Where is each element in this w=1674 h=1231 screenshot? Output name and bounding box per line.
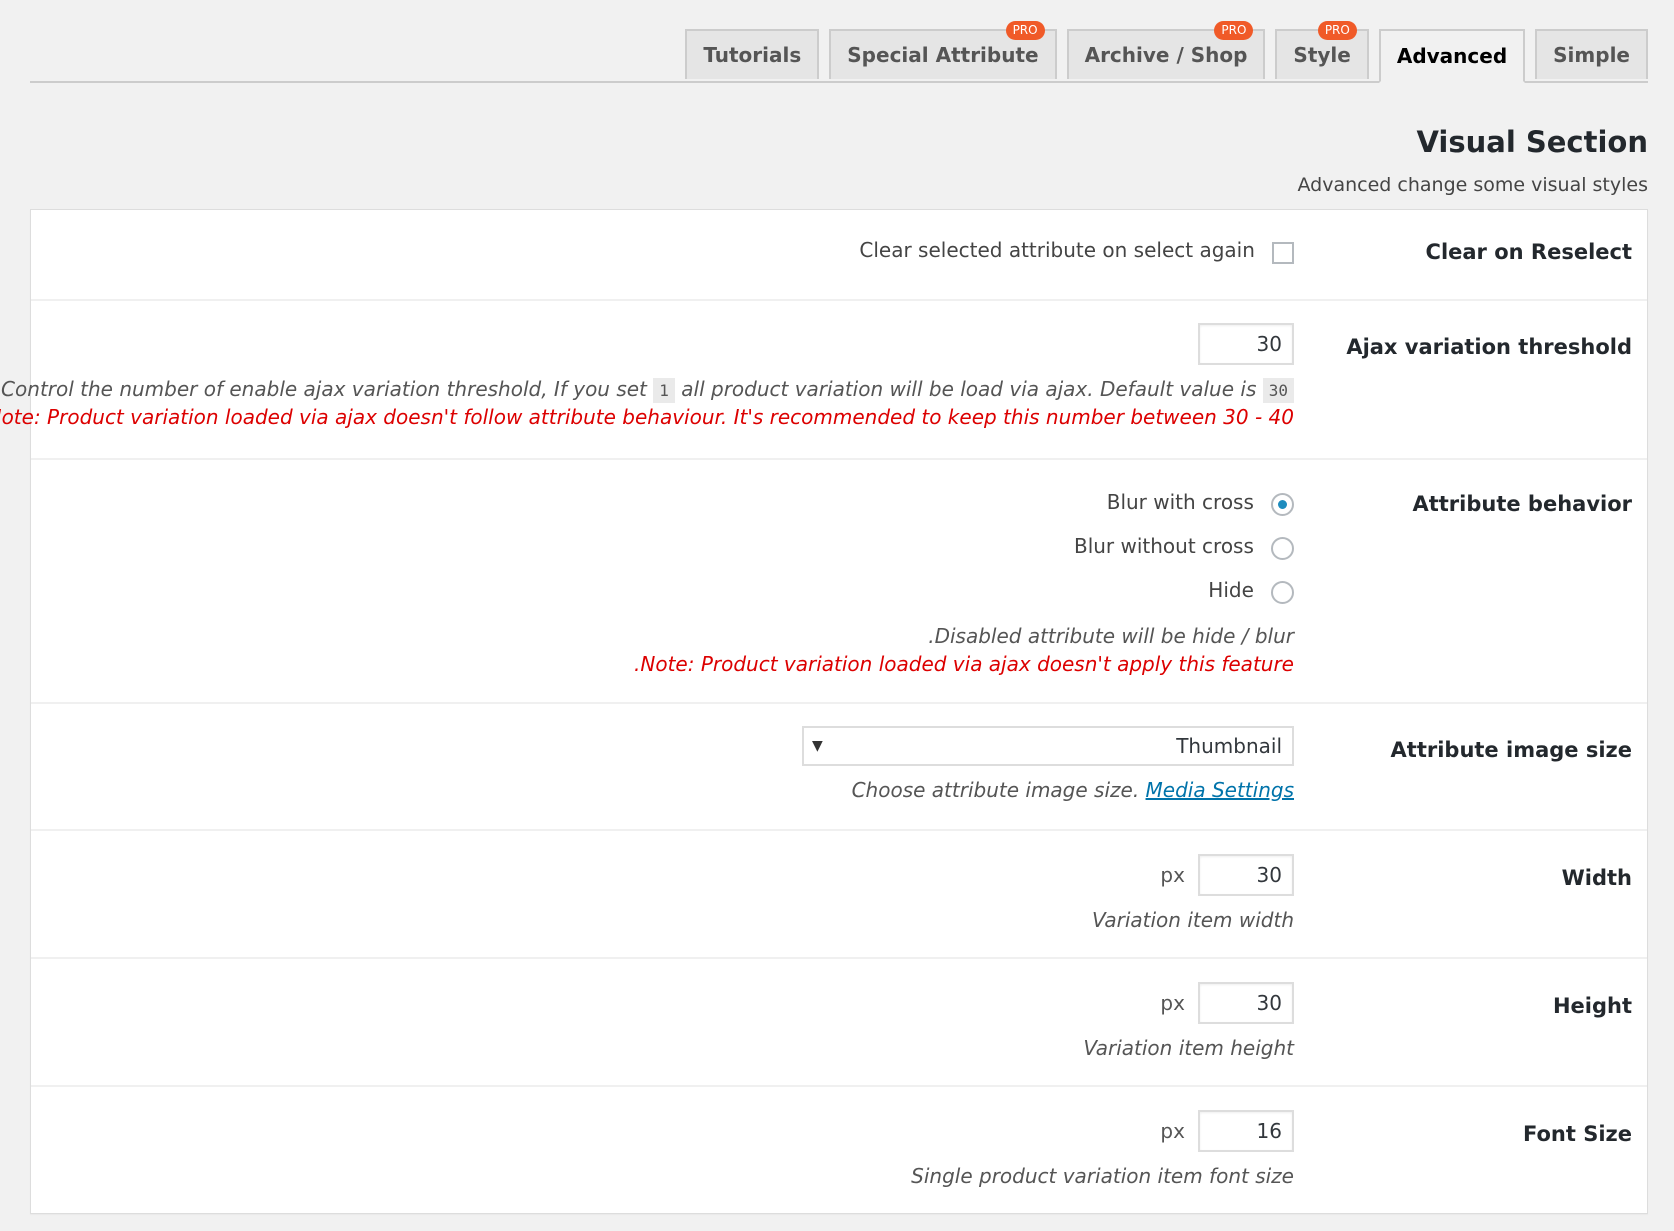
font-size-description: Single product variation item font size — [911, 1164, 1294, 1188]
ajax-threshold-control: ,Control the number of enable ajax varia… — [0, 323, 1294, 429]
tab-label: Advanced — [1396, 44, 1508, 68]
unit-label: px — [1160, 863, 1185, 887]
tab-label: Simple — [1553, 43, 1630, 67]
tab-special-attribute[interactable]: Special Attribute PRO — [829, 21, 1057, 79]
clear-on-reselect-checkbox[interactable] — [1272, 241, 1294, 264]
tab-label: Style — [1293, 43, 1351, 67]
radio-button[interactable] — [1271, 581, 1294, 604]
pro-badge: PRO — [1317, 21, 1357, 40]
radio-button[interactable] — [1271, 537, 1294, 560]
ajax-threshold-input[interactable] — [1198, 323, 1294, 365]
code-value: 1 — [653, 378, 675, 403]
desc-text: all product variation will be load via a… — [681, 377, 1257, 401]
settings-panel: Clear on Reselect Clear selected attribu… — [0, 209, 1648, 1214]
row-clear-on-reselect: Clear on Reselect Clear selected attribu… — [31, 210, 1647, 301]
radio-label: Blur without cross — [1073, 534, 1254, 558]
setting-label: Width — [1561, 866, 1632, 890]
attribute-image-size-control: ▼ Thumbnail Choose attribute image size.… — [802, 726, 1294, 802]
height-input[interactable] — [1198, 982, 1294, 1024]
height-description: Variation item height — [1083, 1036, 1294, 1060]
setting-label: Ajax variation threshold — [1346, 335, 1632, 359]
section-title: Visual Section — [1416, 125, 1648, 159]
row-font-size: Font Size px Single product variation it… — [31, 1087, 1647, 1213]
setting-label: Font Size — [1522, 1122, 1632, 1146]
tab-list: Tutorials Special Attribute PRO Archive … — [685, 21, 1648, 83]
tab-style[interactable]: Style PRO — [1275, 21, 1369, 79]
media-settings-link[interactable]: Media Settings — [1146, 778, 1294, 802]
tab-tutorials[interactable]: Tutorials — [685, 29, 820, 79]
setting-label: Attribute behavior — [1412, 492, 1632, 516]
dropdown-caret-icon: ▼ — [812, 738, 823, 754]
tab-archive-shop[interactable]: Archive / Shop PRO — [1066, 21, 1266, 79]
attribute-behavior-control: Blur with cross Blur without cross Hide … — [634, 490, 1294, 676]
unit-label: px — [1160, 991, 1185, 1015]
setting-label: Height — [1552, 994, 1632, 1018]
width-control: px Variation item width — [1092, 854, 1294, 932]
radio-label: Blur with cross — [1106, 490, 1254, 514]
tab-advanced[interactable]: Advanced — [1378, 29, 1526, 83]
height-control: px Variation item height — [1083, 982, 1294, 1060]
unit-label: px — [1160, 1119, 1185, 1143]
setting-label: Clear on Reselect — [1425, 240, 1632, 264]
tab-label: Tutorials — [703, 43, 802, 67]
radio-option-blur-with-cross[interactable]: Blur with cross — [634, 490, 1294, 534]
pro-badge: PRO — [1214, 21, 1254, 40]
font-size-control: px Single product variation item font si… — [911, 1110, 1294, 1188]
row-ajax-threshold: Ajax variation threshold ,Control the nu… — [0, 301, 1647, 460]
setting-label: Attribute image size — [1390, 738, 1632, 762]
row-attribute-image-size: Attribute image size ▼ Thumbnail Choose … — [31, 704, 1647, 831]
width-input[interactable] — [1198, 854, 1294, 896]
image-size-select[interactable]: ▼ Thumbnail — [802, 726, 1294, 766]
image-size-description: Choose attribute image size. Media Setti… — [802, 778, 1294, 802]
section-description: Advanced change some visual styles — [1297, 174, 1649, 196]
font-size-input[interactable] — [1198, 1110, 1294, 1152]
attribute-behavior-description: .Disabled attribute will be hide / blur — [928, 624, 1294, 648]
row-attribute-behavior: Attribute behavior Blur with cross Blur … — [31, 460, 1647, 704]
tab-label: Archive / Shop — [1084, 43, 1248, 67]
desc-text: Choose attribute image size. — [851, 778, 1140, 802]
row-width: Width px Variation item width — [31, 831, 1647, 959]
checkbox-label: Clear selected attribute on select again — [859, 238, 1255, 262]
pro-badge: PRO — [1005, 21, 1045, 40]
attribute-behavior-note: .Note: Product variation loaded via ajax… — [634, 652, 1294, 676]
row-height: Height px Variation item height — [31, 959, 1647, 1087]
width-description: Variation item width — [1091, 908, 1294, 932]
desc-text: ,Control the number of enable ajax varia… — [0, 377, 647, 401]
ajax-threshold-description: ,Control the number of enable ajax varia… — [0, 377, 1294, 403]
settings-page: Tutorials Special Attribute PRO Archive … — [0, 0, 1649, 1214]
select-value: Thumbnail — [1176, 734, 1282, 758]
radio-label: Hide — [1208, 578, 1254, 602]
clear-on-reselect-control: Clear selected attribute on select again — [859, 238, 1294, 264]
radio-button[interactable] — [1271, 493, 1294, 516]
tab-simple[interactable]: Simple — [1535, 29, 1648, 79]
ajax-threshold-note: .Note: Product variation loaded via ajax… — [0, 405, 1294, 429]
tab-bar: Tutorials Special Attribute PRO Archive … — [30, 0, 1648, 83]
radio-option-hide[interactable]: Hide — [634, 578, 1294, 622]
code-value: 30 — [1262, 378, 1294, 403]
radio-option-blur-without-cross[interactable]: Blur without cross — [634, 534, 1294, 578]
tab-label: Special Attribute — [847, 43, 1039, 67]
